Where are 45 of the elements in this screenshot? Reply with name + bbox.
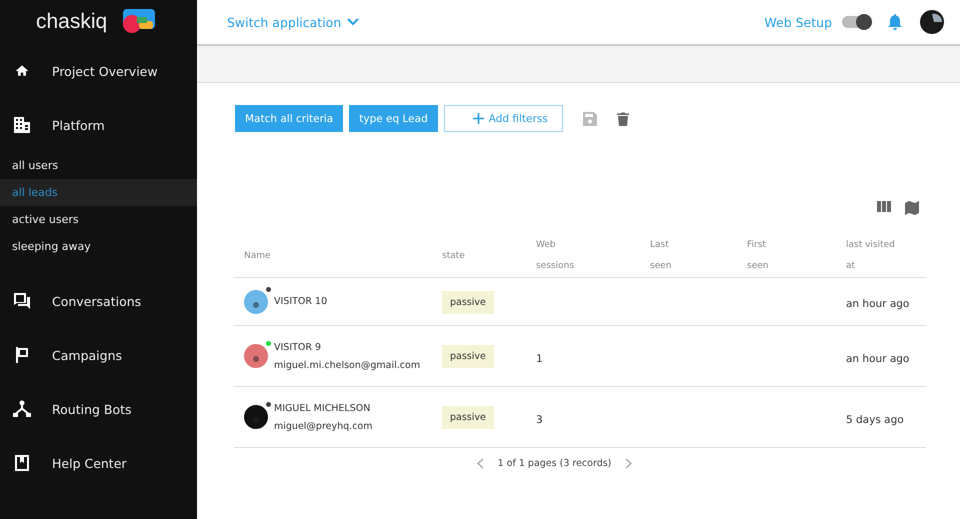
sidebar-item[interactable]: sleeping away bbox=[0, 233, 197, 260]
columns-icon[interactable] bbox=[877, 201, 891, 212]
column-header: First seen bbox=[747, 240, 768, 271]
user-email: miguel@preyhq.com bbox=[274, 420, 372, 432]
user-name: VISITOR 9 bbox=[274, 342, 322, 352]
table-cell: an hour ago bbox=[846, 352, 910, 364]
avatar[interactable] bbox=[920, 10, 944, 34]
user-email: miguel.mi.chelson@gmail.com bbox=[274, 360, 420, 370]
table-cell: 3 bbox=[536, 414, 543, 426]
table-cell: an hour ago bbox=[846, 298, 910, 310]
building-icon bbox=[12, 115, 32, 135]
column-header: state bbox=[442, 250, 465, 260]
table-cell: 5 days ago bbox=[846, 414, 904, 426]
user-name: MIGUEL MICHELSON bbox=[274, 402, 372, 414]
table-cell: 1 bbox=[536, 352, 543, 364]
nav-item[interactable]: Campaigns bbox=[0, 328, 197, 382]
map-icon[interactable] bbox=[905, 201, 919, 215]
nav-item[interactable]: Project Overview bbox=[0, 44, 197, 98]
nav-item[interactable]: Help Center bbox=[0, 436, 197, 490]
sidebar-item[interactable]: all leads bbox=[0, 179, 197, 206]
chevron-down-icon bbox=[347, 18, 360, 26]
plus-icon bbox=[472, 113, 484, 124]
sidebar-item[interactable]: all users bbox=[0, 152, 197, 179]
logo-text: chaskiq bbox=[36, 10, 108, 34]
nav-item[interactable]: Routing Bots bbox=[0, 382, 197, 436]
column-header: Last seen bbox=[650, 240, 672, 271]
network-icon bbox=[12, 399, 32, 419]
nav-item[interactable]: Platform bbox=[0, 98, 197, 152]
column-header: last visited at bbox=[846, 240, 895, 271]
user-name: VISITOR 10 bbox=[274, 296, 328, 307]
nav-item[interactable]: Conversations bbox=[0, 274, 197, 328]
trash-icon[interactable] bbox=[616, 112, 629, 126]
web-setup-label: Web Setup bbox=[764, 14, 832, 30]
book-icon bbox=[12, 453, 32, 473]
column-header: Web sessions bbox=[536, 240, 574, 271]
bell-icon[interactable] bbox=[888, 14, 902, 30]
state-badge: passive bbox=[442, 406, 494, 429]
chat-icon bbox=[12, 291, 32, 311]
web-setup-toggle[interactable] bbox=[842, 16, 870, 28]
logo-icon bbox=[121, 9, 156, 35]
state-badge: passive bbox=[442, 290, 494, 314]
sidebar-item[interactable]: active users bbox=[0, 206, 197, 233]
column-header: Name bbox=[244, 250, 271, 260]
state-badge: passive bbox=[442, 345, 494, 368]
pagination-text: 1 of 1 pages (3 records) bbox=[498, 458, 612, 469]
